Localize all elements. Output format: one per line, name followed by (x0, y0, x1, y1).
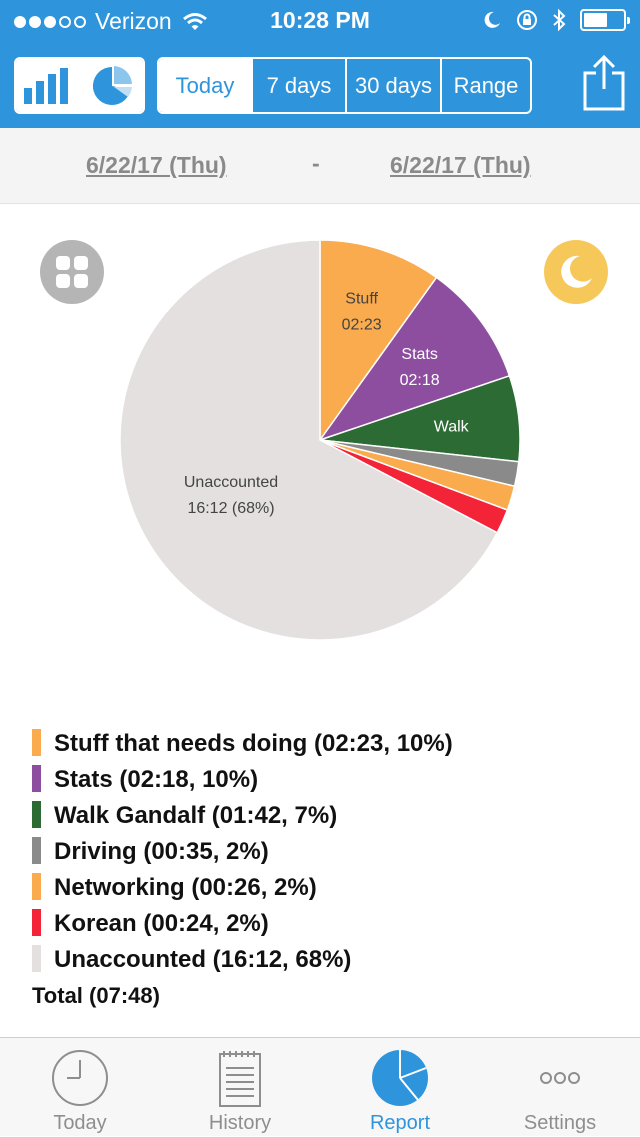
pie-slice-value: 02:18 (400, 372, 440, 389)
legend-label: Stuff that needs doing (02:23, 10%) (54, 730, 453, 757)
chart-view-toggle (14, 57, 145, 114)
pie-slice-label: Stats (401, 346, 437, 363)
date-range-bar: 6/22/17 (Thu) - 6/22/17 (Thu) (0, 128, 640, 204)
legend-swatch (32, 909, 41, 936)
moon-icon (484, 11, 500, 28)
legend-item: Korean (00:24, 2%) (32, 907, 622, 943)
notepad-icon (219, 1051, 261, 1107)
status-bar: Verizon 10:28 PM (0, 0, 640, 40)
legend-item: Stuff that needs doing (02:23, 10%) (32, 727, 622, 763)
legend-label: Korean (00:24, 2%) (54, 910, 269, 937)
share-icon[interactable] (582, 55, 626, 111)
legend-swatch (32, 837, 41, 864)
legend-label: Driving (00:35, 2%) (54, 838, 269, 865)
legend-item: Walk Gandalf (01:42, 7%) (32, 799, 622, 835)
status-icons (482, 8, 630, 32)
legend-swatch (32, 729, 41, 756)
legend-item: Driving (00:35, 2%) (32, 835, 622, 871)
date-range-selector: Today 7 days 30 days Range (157, 57, 532, 114)
legend-item: Unaccounted (16:12, 68%) (32, 943, 622, 979)
start-date[interactable]: 6/22/17 (Thu) (86, 152, 227, 179)
tab-settings-label: Settings (523, 1112, 597, 1134)
clock-icon (52, 1050, 108, 1106)
legend-item: Networking (00:26, 2%) (32, 871, 622, 907)
pie-chart-view-button[interactable] (78, 59, 143, 112)
tab-history-label: History (208, 1112, 272, 1134)
legend-item: Stats (02:18, 10%) (32, 763, 622, 799)
bar-chart-icon (24, 67, 69, 104)
range-30-days[interactable]: 30 days (345, 59, 440, 112)
pie-chart-icon (372, 1050, 428, 1106)
legend-label: Stats (02:18, 10%) (54, 766, 259, 793)
tab-settings[interactable]: Settings (480, 1038, 640, 1137)
legend-swatch (32, 945, 41, 972)
tab-history[interactable]: History (160, 1038, 320, 1137)
range-7-days[interactable]: 7 days (251, 59, 345, 112)
app-header: Verizon 10:28 PM Today 7 days 30 days Ra… (0, 0, 640, 128)
tab-report-label: Report (369, 1112, 431, 1134)
legend-swatch (32, 765, 41, 792)
legend-swatch (32, 873, 41, 900)
bluetooth-icon (553, 8, 566, 32)
total-time: Total (07:48) (32, 983, 160, 1008)
legend-label: Unaccounted (16:12, 68%) (54, 946, 352, 973)
pie-slice-value: 02:23 (342, 317, 382, 334)
battery-icon (580, 9, 630, 31)
pie-slice-label: Stuff (345, 291, 378, 308)
legend-label: Walk Gandalf (01:42, 7%) (54, 802, 338, 829)
bar-chart-view-button[interactable] (16, 59, 79, 112)
pie-chart: Stuff 02:23 Stats 02:18 Walk Unaccounted 16:12… (119, 239, 521, 641)
chart-legend: Stuff that needs doing (02:23, 10%) Stat… (32, 727, 622, 979)
range-custom[interactable]: Range (440, 59, 530, 112)
range-today[interactable]: Today (159, 59, 251, 112)
rotation-lock-icon (517, 10, 537, 30)
end-date[interactable]: 6/22/17 (Thu) (390, 152, 531, 179)
tab-bar: Today History Report Settings (0, 1037, 640, 1136)
pie-chart-icon (92, 65, 132, 105)
more-icon (540, 1072, 580, 1084)
pie-slice-label: Unaccounted (184, 474, 278, 491)
tab-today-label: Today (53, 1112, 107, 1134)
date-separator: - (312, 150, 320, 176)
legend-label: Networking (00:26, 2%) (54, 874, 317, 901)
tab-report[interactable]: Report (320, 1038, 480, 1137)
tab-today[interactable]: Today (0, 1038, 160, 1137)
pie-slice-value: 16:12 (68%) (187, 500, 274, 517)
pie-slice-label: Walk (434, 419, 470, 436)
legend-swatch (32, 801, 41, 828)
